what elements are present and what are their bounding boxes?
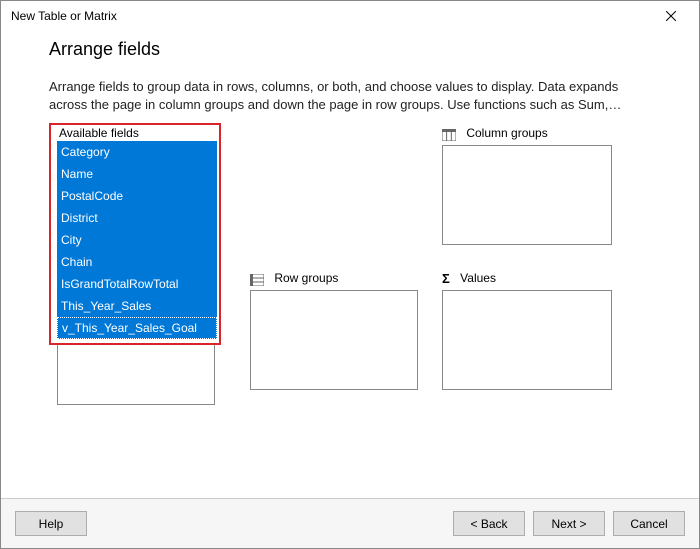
row-groups-dropzone[interactable] — [250, 290, 418, 390]
column-groups-label: Column groups — [442, 126, 612, 141]
values-text: Values — [460, 271, 496, 285]
field-item[interactable]: Chain — [57, 251, 217, 273]
row-groups-label: Row groups — [250, 271, 418, 286]
available-fields-list[interactable]: Category Name PostalCode District City C… — [57, 141, 217, 339]
field-item[interactable]: City — [57, 229, 217, 251]
column-groups-text: Column groups — [466, 126, 547, 140]
field-item[interactable]: Category — [57, 141, 217, 163]
page-heading: Arrange fields — [49, 39, 669, 60]
available-fields-box-tail — [57, 345, 215, 405]
back-button[interactable]: < Back — [453, 511, 525, 536]
sigma-icon: Σ — [442, 271, 450, 286]
help-button[interactable]: Help — [15, 511, 87, 536]
row-groups-text: Row groups — [274, 271, 338, 285]
values-label: Σ Values — [442, 271, 612, 286]
field-item[interactable]: v_This_Year_Sales_Goal — [57, 317, 217, 339]
field-item[interactable]: District — [57, 207, 217, 229]
column-groups-dropzone[interactable] — [442, 145, 612, 245]
dialog-footer: Help < Back Next > Cancel — [1, 498, 699, 548]
close-icon — [666, 11, 676, 21]
field-item[interactable]: Name — [57, 163, 217, 185]
page-description: Arrange fields to group data in rows, co… — [49, 78, 649, 113]
next-button[interactable]: Next > — [533, 511, 605, 536]
dialog-title: New Table or Matrix — [11, 9, 651, 23]
column-groups-icon — [442, 127, 456, 141]
available-fields-label: Available fields — [59, 126, 217, 140]
cancel-button[interactable]: Cancel — [613, 511, 685, 536]
dialog-titlebar: New Table or Matrix — [1, 1, 699, 31]
field-item[interactable]: This_Year_Sales — [57, 295, 217, 317]
row-groups-icon — [250, 272, 264, 286]
field-item[interactable]: PostalCode — [57, 185, 217, 207]
close-button[interactable] — [651, 1, 691, 31]
values-dropzone[interactable] — [442, 290, 612, 390]
field-item[interactable]: IsGrandTotalRowTotal — [57, 273, 217, 295]
